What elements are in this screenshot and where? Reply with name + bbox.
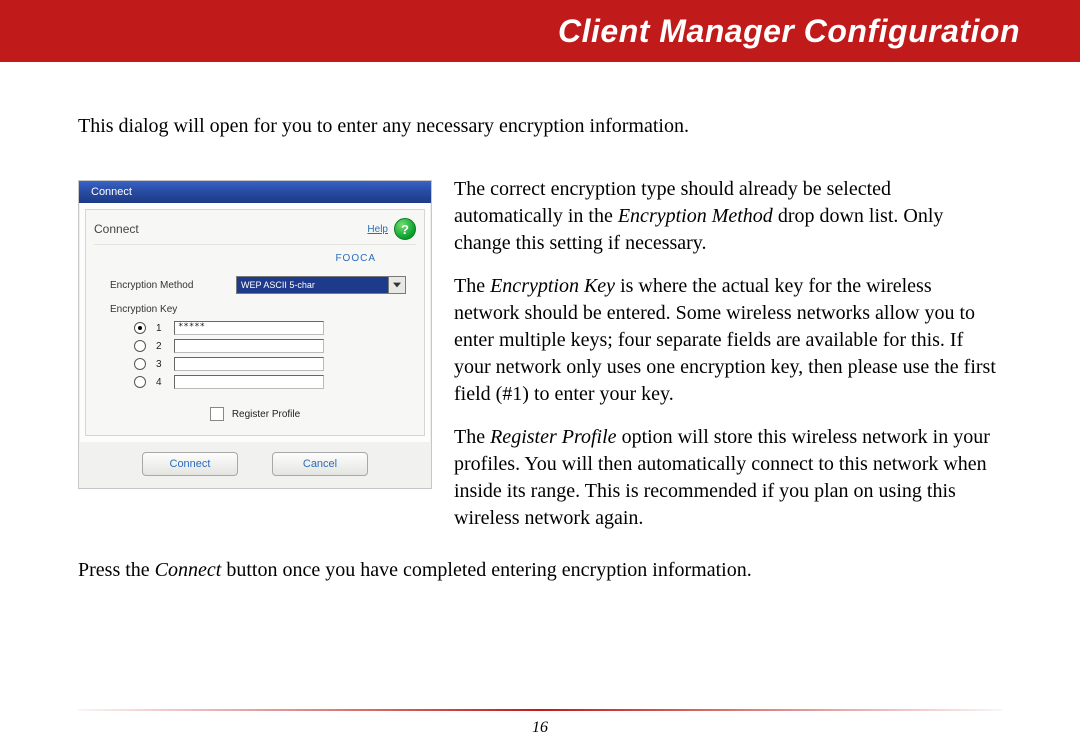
key-row-1: 1 *****: [134, 321, 416, 335]
key-input-3[interactable]: [174, 357, 324, 371]
connect-dialog: Connect Connect Help ? FOOCA Encryption …: [78, 180, 432, 489]
key-num-4: 4: [156, 377, 164, 388]
panel-header: Connect Help ?: [94, 214, 416, 245]
key-radio-3[interactable]: [134, 358, 146, 370]
help-link[interactable]: Help: [367, 224, 388, 235]
page-title: Client Manager Configuration: [558, 13, 1020, 50]
ssid-text: FOOCA: [94, 253, 376, 264]
key-input-2[interactable]: [174, 339, 324, 353]
register-profile-checkbox[interactable]: [210, 407, 224, 421]
key-row-2: 2: [134, 339, 416, 353]
connect-button[interactable]: Connect: [142, 452, 238, 476]
key-input-1[interactable]: *****: [174, 321, 324, 335]
key-num-1: 1: [156, 323, 164, 334]
key-input-4[interactable]: [174, 375, 324, 389]
header-bar: Client Manager Configuration: [0, 0, 1080, 62]
encryption-method-label: Encryption Method: [110, 280, 220, 291]
dialog-panel: Connect Help ? FOOCA Encryption Method W…: [85, 209, 425, 436]
paragraph-encryption-key: The Encryption Key is where the actual k…: [454, 273, 1002, 408]
dialog-titlebar-text: Connect: [91, 186, 132, 198]
dialog-button-bar: Connect Cancel: [79, 442, 431, 488]
key-radio-1[interactable]: [134, 322, 146, 334]
register-profile-label: Register Profile: [232, 409, 300, 420]
two-column-row: Connect Connect Help ? FOOCA Encryption …: [78, 180, 1002, 548]
key-num-3: 3: [156, 359, 164, 370]
panel-title: Connect: [94, 222, 139, 236]
register-profile-row: Register Profile: [94, 407, 416, 421]
encryption-method-value: WEP ASCII 5-char: [241, 280, 315, 290]
help-icon[interactable]: ?: [394, 218, 416, 240]
encryption-method-dropdown[interactable]: WEP ASCII 5-char: [236, 276, 406, 294]
key-radio-4[interactable]: [134, 376, 146, 388]
dialog-titlebar: Connect: [79, 181, 431, 203]
key-row-4: 4: [134, 375, 416, 389]
key-num-2: 2: [156, 341, 164, 352]
cancel-button[interactable]: Cancel: [272, 452, 368, 476]
key-radio-2[interactable]: [134, 340, 146, 352]
encryption-key-label: Encryption Key: [110, 304, 416, 315]
encryption-method-row: Encryption Method WEP ASCII 5-char: [110, 276, 416, 294]
intro-text: This dialog will open for you to enter a…: [78, 112, 1002, 140]
chevron-down-icon[interactable]: [388, 276, 406, 294]
closing-text: Press the Connect button once you have c…: [78, 556, 1002, 584]
content-area: This dialog will open for you to enter a…: [0, 62, 1080, 584]
paragraph-register-profile: The Register Profile option will store t…: [454, 424, 1002, 532]
paragraph-encryption-method: The correct encryption type should alrea…: [454, 176, 1002, 257]
page-number: 16: [0, 719, 1080, 737]
key-row-3: 3: [134, 357, 416, 371]
footer-divider: [78, 709, 1002, 711]
description-column: The correct encryption type should alrea…: [454, 176, 1002, 548]
